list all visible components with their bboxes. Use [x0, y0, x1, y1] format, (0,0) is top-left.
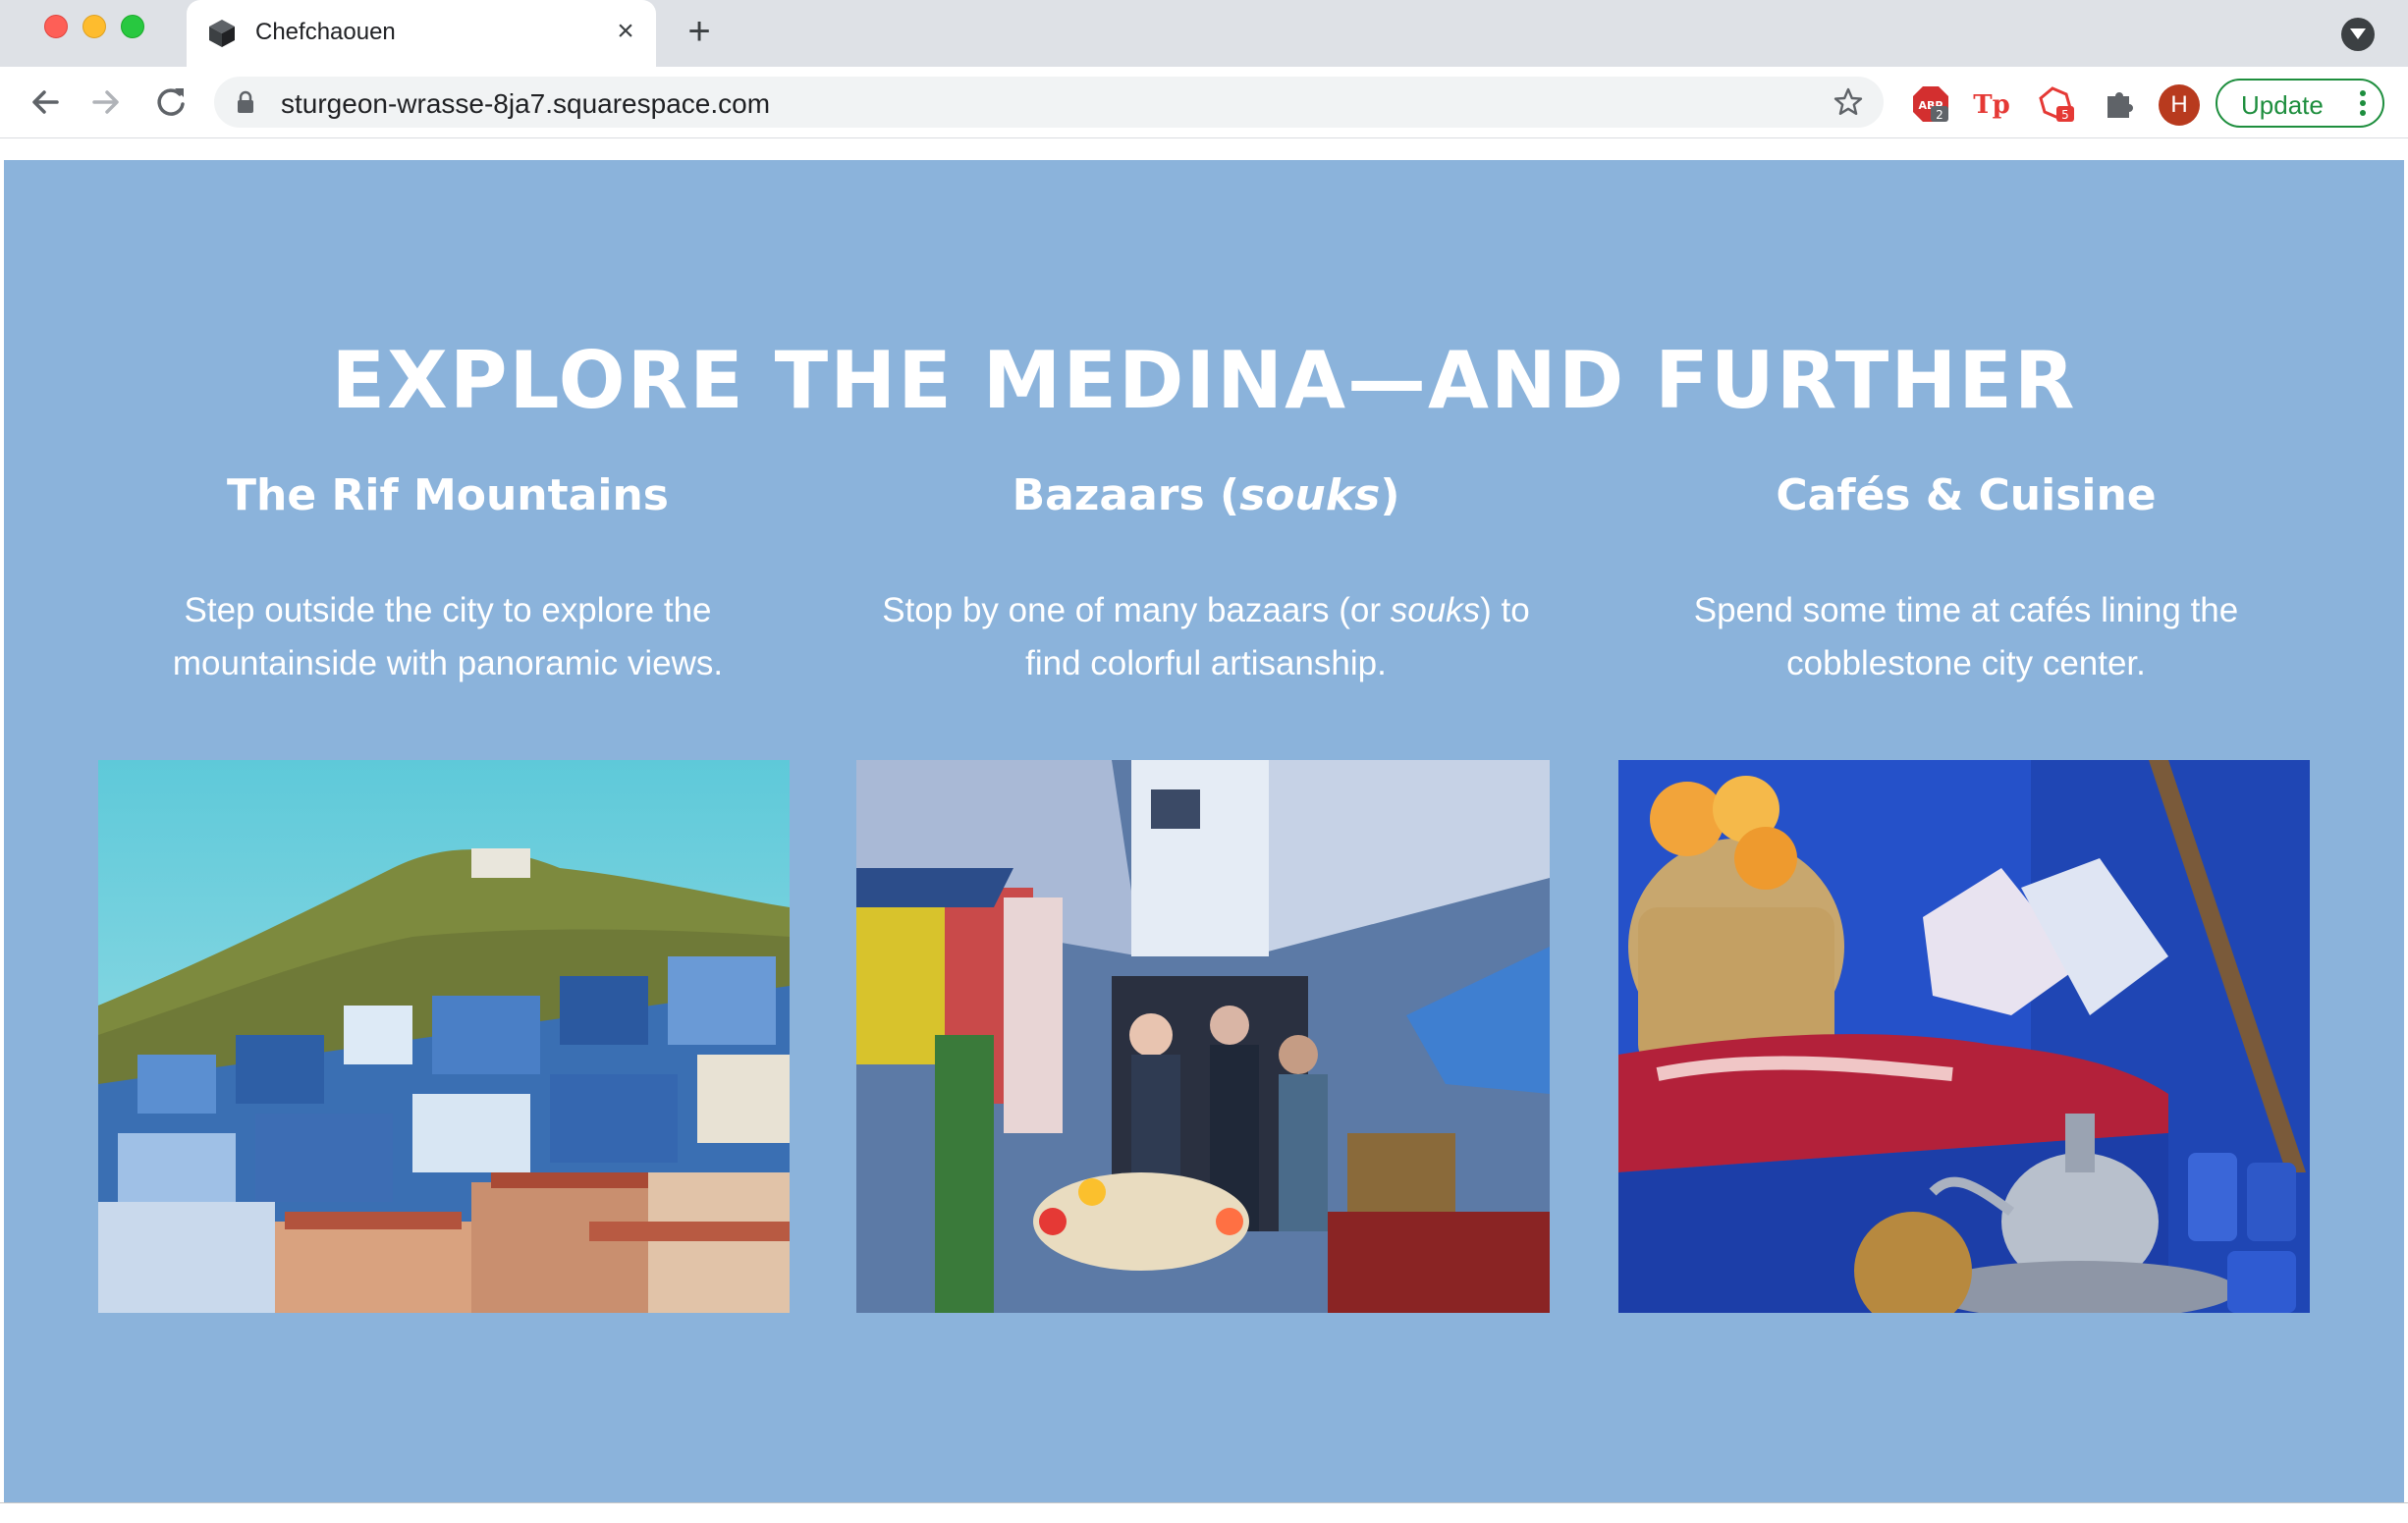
svg-text:5: 5	[2061, 108, 2069, 122]
svg-text:2: 2	[1936, 108, 1943, 122]
tab-close-icon[interactable]: ×	[609, 14, 642, 49]
section-heading: EXPLORE THE MEDINA—AND FURTHER	[331, 335, 2077, 426]
puzzle-extensions-icon[interactable]	[2100, 84, 2139, 124]
chefchaouen-hillside-photo[interactable]	[98, 760, 790, 1313]
forward-arrow-icon[interactable]	[84, 81, 128, 124]
explore-section: EXPLORE THE MEDINA—AND FURTHER The Rif M…	[4, 160, 2404, 1502]
browser-tab-strip: Chefchaouen × +	[0, 0, 2408, 67]
column-description-cafes: Spend some time at cafés lining the cobb…	[1693, 591, 2239, 682]
column-title-cafes: Cafés & Cuisine	[1776, 470, 2157, 520]
profile-avatar[interactable]: H	[2159, 84, 2200, 126]
desc-italic: souks	[1390, 591, 1481, 629]
window-close-button[interactable]	[44, 15, 68, 38]
column-title-rif-mountains: The Rif Mountains	[227, 470, 669, 520]
shield-extension-icon[interactable]: 5	[2037, 84, 2076, 124]
tab-title: Chefchaouen	[255, 19, 396, 45]
desc-text: Stop by one of many bazaars (or	[882, 591, 1391, 629]
page-bottom-edge	[0, 1502, 2408, 1523]
browser-tab-active[interactable]: Chefchaouen ×	[187, 0, 656, 67]
title-italic: souks	[1239, 470, 1381, 520]
browser-toolbar: sturgeon-wrasse-8ja7.squarespace.com ABP…	[0, 67, 2408, 138]
chevron-down-icon	[2350, 28, 2366, 39]
address-bar[interactable]: sturgeon-wrasse-8ja7.squarespace.com	[214, 77, 1884, 128]
bookmark-star-icon[interactable]	[1833, 86, 1864, 118]
svg-text:Tp: Tp	[1973, 90, 2010, 120]
column-description-rif-mountains: Step outside the city to explore the mou…	[172, 591, 724, 682]
title-text: Bazaars (	[1012, 470, 1240, 520]
tp-extension-icon[interactable]: Tp	[1972, 84, 2011, 124]
url-text[interactable]: sturgeon-wrasse-8ja7.squarespace.com	[281, 88, 770, 120]
squarespace-cube-icon	[209, 20, 235, 47]
tab-search-button[interactable]	[2341, 18, 2375, 51]
adblock-extension-icon[interactable]: ABP 2	[1911, 84, 1950, 124]
web-page-viewport: EXPLORE THE MEDINA—AND FURTHER The Rif M…	[0, 138, 2408, 1502]
new-tab-button[interactable]: +	[678, 10, 721, 53]
kebab-menu-icon	[2360, 90, 2366, 116]
title-text-end: )	[1380, 470, 1400, 520]
update-button[interactable]: Update	[2216, 79, 2384, 128]
window-minimize-button[interactable]	[82, 15, 106, 38]
back-arrow-icon[interactable]	[24, 81, 67, 124]
reload-icon[interactable]	[149, 81, 192, 124]
update-button-label: Update	[2241, 90, 2324, 120]
lock-icon	[238, 90, 253, 113]
column-description-bazaars: Stop by one of many bazaars (or souks) t…	[862, 584, 1550, 690]
bazaar-market-photo[interactable]	[856, 760, 1550, 1313]
column-title-bazaars: Bazaars (souks)	[833, 470, 1579, 520]
window-zoom-button[interactable]	[121, 15, 144, 38]
cafe-teapot-photo[interactable]	[1618, 760, 2310, 1313]
